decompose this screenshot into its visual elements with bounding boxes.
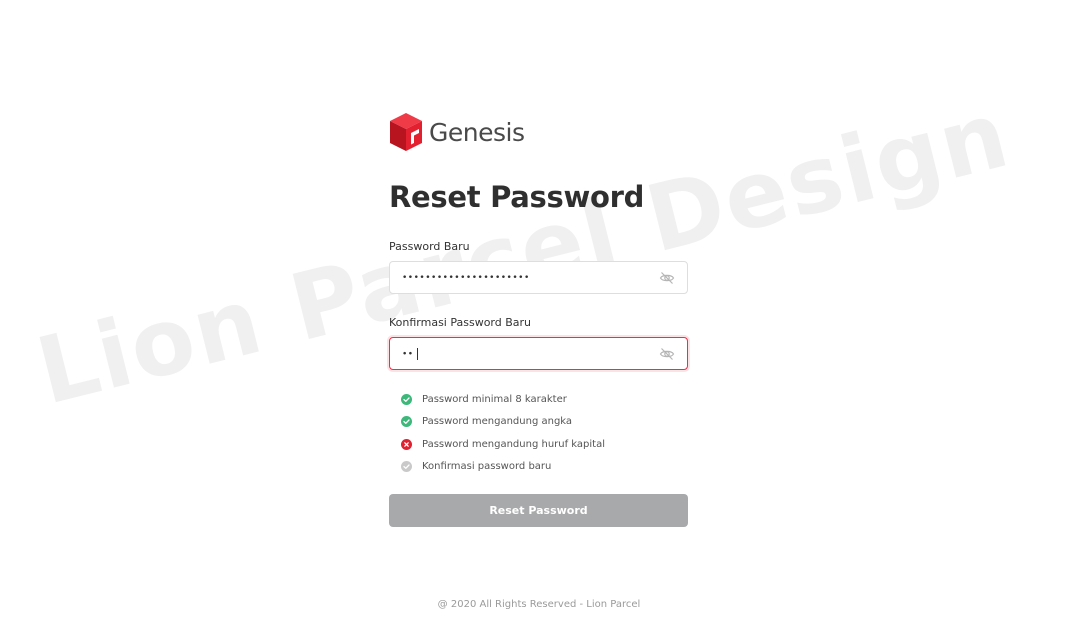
check-circle-icon bbox=[401, 416, 412, 428]
reset-password-button[interactable]: Reset Password bbox=[389, 494, 688, 527]
page-title: Reset Password bbox=[389, 180, 645, 214]
password-rule-text: Konfirmasi password baru bbox=[422, 461, 552, 473]
cube-logo-icon bbox=[390, 113, 422, 151]
new-password-label: Password Baru bbox=[389, 240, 470, 253]
text-caret bbox=[416, 347, 418, 360]
confirm-password-label: Konfirmasi Password Baru bbox=[389, 316, 532, 329]
brand-logo: Genesis bbox=[389, 112, 689, 152]
check-circle-icon bbox=[401, 461, 412, 473]
x-circle-icon bbox=[401, 438, 412, 450]
new-password-field[interactable]: •••••••••••••••••••••• bbox=[389, 261, 688, 294]
check-circle-icon bbox=[401, 393, 412, 405]
password-rule: Password mengandung huruf kapital bbox=[401, 433, 689, 456]
password-rule: Konfirmasi password baru bbox=[401, 456, 689, 479]
password-rule: Password mengandung angka bbox=[401, 411, 689, 434]
new-password-value: •••••••••••••••••••••• bbox=[402, 272, 530, 283]
confirm-password-value: •• bbox=[402, 349, 414, 359]
eye-off-icon[interactable] bbox=[659, 270, 675, 286]
password-rule-text: Password mengandung angka bbox=[422, 416, 573, 428]
eye-off-icon[interactable] bbox=[659, 346, 675, 362]
reset-password-page: Lion Parcel Design Genesis Reset Passwor… bbox=[0, 0, 1078, 637]
brand-name: Genesis bbox=[429, 117, 525, 147]
footer-copyright: @ 2020 All Rights Reserved - Lion Parcel bbox=[437, 599, 641, 610]
password-rule: Password minimal 8 karakter bbox=[401, 388, 689, 411]
password-rule-text: Password mengandung huruf kapital bbox=[422, 438, 606, 450]
password-rule-text: Password minimal 8 karakter bbox=[422, 393, 567, 405]
reset-password-card: Genesis Reset Password Password Baru •••… bbox=[389, 112, 689, 527]
password-rules-list: Password minimal 8 karakter Password men… bbox=[389, 388, 689, 478]
confirm-password-field[interactable]: •• bbox=[389, 337, 688, 370]
